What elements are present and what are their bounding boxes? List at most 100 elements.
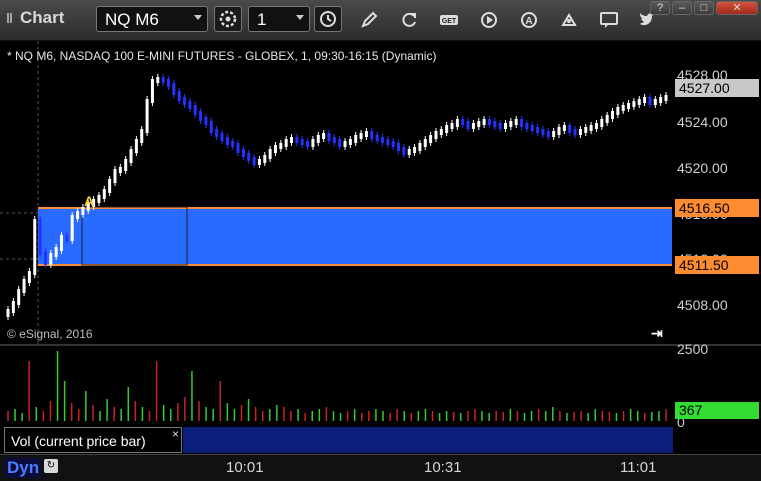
candle-body <box>621 105 625 111</box>
candle-body <box>653 99 657 105</box>
candlestick-series <box>6 74 668 320</box>
candle-body <box>461 119 465 125</box>
candle-body <box>311 139 315 147</box>
candle-body <box>338 139 342 147</box>
candle-body <box>263 155 267 163</box>
settings-icon <box>219 10 237 28</box>
candle-body <box>295 137 299 143</box>
candle-body <box>172 83 176 95</box>
candle-body <box>209 121 213 133</box>
candle-body <box>145 99 149 133</box>
drawing-tools-icon[interactable] <box>558 9 580 31</box>
candle-body <box>562 125 566 131</box>
range-bottom-tag: 4511.50 <box>675 256 759 274</box>
last-price-tag: 4527.00 <box>675 79 759 97</box>
candle-body <box>215 129 219 137</box>
scroll-to-end-icon[interactable]: ⇥ <box>651 325 663 342</box>
candle-body <box>541 129 545 135</box>
price-chart[interactable]: A <box>0 41 672 344</box>
candle-body <box>616 107 620 115</box>
symbol-input[interactable]: NQ M6 <box>96 6 208 32</box>
price-range-zone[interactable] <box>38 208 672 265</box>
price-tick: 4520.00 <box>677 160 728 176</box>
drag-grip-icon[interactable]: ‖ <box>6 10 20 26</box>
candle-body <box>268 149 272 159</box>
chart-toolbar: ‖ Chart NQ M6 1 GET A ? – □ ✕ <box>0 0 761 41</box>
candle-body <box>423 139 427 147</box>
candle-body <box>664 95 668 101</box>
candle-body <box>343 141 347 147</box>
candle-body <box>445 125 449 133</box>
candle-body <box>241 149 245 157</box>
interval-value: 1 <box>257 10 267 29</box>
volume-chart[interactable] <box>0 347 672 427</box>
settings-button[interactable] <box>214 6 242 32</box>
candle-body <box>204 117 208 125</box>
get-icon-label: GET <box>442 18 457 25</box>
pencil-icon[interactable] <box>358 9 380 31</box>
candle-body <box>97 195 101 203</box>
candle-body <box>659 97 663 103</box>
candle-body <box>380 137 384 143</box>
candle-body <box>413 147 417 153</box>
candle-body <box>482 119 486 125</box>
copyright-text: © eSignal, 2016 <box>7 327 93 341</box>
candle-body <box>332 137 336 143</box>
candle-body <box>370 131 374 139</box>
chat-icon[interactable] <box>598 9 620 31</box>
candle-body <box>183 97 187 105</box>
candle-body <box>627 103 631 109</box>
candle-body <box>546 131 550 137</box>
candle-body <box>108 179 112 193</box>
candle-body <box>156 77 160 83</box>
candle-body <box>386 139 390 145</box>
maximize-button[interactable]: □ <box>694 1 714 15</box>
pane-divider[interactable] <box>0 344 761 346</box>
candle-body <box>643 97 647 103</box>
candle-body <box>611 111 615 119</box>
minimize-button[interactable]: – <box>672 1 692 15</box>
candle-body <box>450 123 454 129</box>
help-button[interactable]: ? <box>650 1 670 15</box>
volume-current-tag: 367 <box>675 402 759 419</box>
candle-body <box>273 145 277 153</box>
chevron-down-icon[interactable] <box>296 15 304 20</box>
candle-body <box>407 149 411 155</box>
candle-body <box>300 139 304 145</box>
candle-body <box>434 131 438 139</box>
candle-body <box>199 111 203 121</box>
candle-body <box>520 119 524 127</box>
interval-input[interactable]: 1 <box>248 6 310 32</box>
get-icon[interactable]: GET <box>438 9 460 31</box>
interval-clock-button[interactable] <box>314 6 342 32</box>
close-button[interactable]: ✕ <box>716 1 758 15</box>
dynamic-mode-label[interactable]: Dyn <box>5 458 42 478</box>
window-title-text: Chart <box>20 8 65 27</box>
candle-body <box>509 121 513 127</box>
candle-body <box>33 219 37 275</box>
play-icon[interactable] <box>478 9 500 31</box>
candle-body <box>290 137 294 143</box>
chart-window: ‖Chart NQ M6 1 GET A ? – □ ✕ A * NQ M6, <box>0 0 761 481</box>
candle-body <box>11 301 15 313</box>
link-icon[interactable]: ↻ <box>44 459 58 473</box>
candle-body <box>140 129 144 143</box>
volume-legend[interactable]: Vol (current price bar) <box>4 427 182 453</box>
candle-body <box>118 167 122 173</box>
candle-body <box>306 141 310 147</box>
candle-body <box>236 143 240 153</box>
time-label: 10:31 <box>424 459 462 476</box>
candle-body <box>504 123 508 129</box>
candle-body <box>348 139 352 145</box>
alert-icon[interactable]: A <box>518 9 540 31</box>
candle-body <box>568 125 572 133</box>
close-icon[interactable]: × <box>172 427 179 441</box>
candle-body <box>589 125 593 131</box>
candle-body <box>322 133 326 139</box>
refresh-icon[interactable] <box>398 9 420 31</box>
candle-body <box>284 139 288 147</box>
candle-body <box>257 159 261 165</box>
chevron-down-icon[interactable] <box>194 15 202 20</box>
candle-body <box>247 153 251 161</box>
candle-body <box>487 119 491 125</box>
